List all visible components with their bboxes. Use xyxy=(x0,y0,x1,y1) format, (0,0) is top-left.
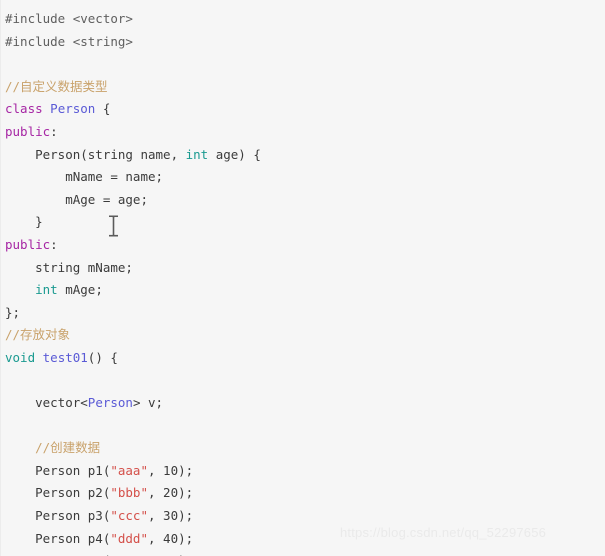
code-line: class Person { xyxy=(5,98,605,121)
code-token-string: "ccc" xyxy=(110,508,148,524)
code-token-class: test01 xyxy=(42,349,88,365)
code-token-plain: mAge; xyxy=(57,282,103,298)
code-line: int mAge; xyxy=(5,279,605,302)
watermark-url: https://blog.csdn.net/qq_52297656 xyxy=(340,525,547,540)
code-token-plain: Person p4( xyxy=(5,530,111,546)
code-token-plain: mName = name; xyxy=(5,169,164,185)
code-token-keyword: public xyxy=(5,123,51,139)
code-token-plain: , 10); xyxy=(148,462,194,478)
code-token-plain: , 20); xyxy=(148,485,194,501)
code-line: vector<Person> v; xyxy=(5,392,605,415)
code-token-type: int xyxy=(185,146,209,162)
code-line: string mName; xyxy=(5,257,605,280)
code-token-keyword: class xyxy=(5,101,43,117)
code-token-plain: mAge = age; xyxy=(5,191,148,207)
code-line: //存放对象 xyxy=(5,324,605,347)
code-line: mName = name; xyxy=(5,166,605,189)
code-token-class: Person xyxy=(87,395,133,411)
code-token-plain: Person p3( xyxy=(5,508,111,524)
code-line: //创建数据 xyxy=(5,437,605,460)
code-line: void test01() { xyxy=(5,347,605,370)
code-token-class: Person xyxy=(50,101,96,117)
code-token-pre: #include <vector> xyxy=(5,11,133,26)
code-token-type: void xyxy=(5,349,36,365)
code-token-plain: } xyxy=(5,214,43,230)
code-line: public: xyxy=(5,234,605,257)
code-line: Person(string name, int age) { xyxy=(5,144,605,167)
code-token-punct: : xyxy=(50,123,58,139)
code-token-string: "bbb" xyxy=(110,485,148,501)
code-line: Person p5("eee", 50); xyxy=(5,550,605,556)
code-token-plain: , 40); xyxy=(148,530,194,546)
code-token-plain: }; xyxy=(5,304,21,320)
code-line: //自定义数据类型 xyxy=(5,76,605,99)
code-line: Person p2("bbb", 20); xyxy=(5,482,605,505)
code-token-plain: Person p1( xyxy=(5,462,111,478)
code-token-plain: string mName; xyxy=(5,259,133,275)
code-token-string: "ddd" xyxy=(110,530,148,546)
code-token-punct: : xyxy=(50,236,58,252)
code-line: #include <string> xyxy=(5,31,605,54)
code-token-plain: () { xyxy=(87,349,118,365)
code-token-plain: age) { xyxy=(208,146,261,162)
code-token-string: "aaa" xyxy=(110,462,148,478)
code-line: #include <vector> xyxy=(5,8,605,31)
code-line: Person p1("aaa", 10); xyxy=(5,460,605,483)
code-block[interactable]: #include <vector> #include <string> //自定义… xyxy=(5,8,605,556)
code-token-plain: Person(string name, xyxy=(5,146,186,162)
code-token-plain: , 30); xyxy=(148,508,194,524)
code-token-type: int xyxy=(35,282,58,298)
code-token-plain: > v; xyxy=(132,395,164,411)
code-line: } xyxy=(5,211,605,234)
code-token-plain: Person p2( xyxy=(5,485,111,501)
code-token-comment: //自定义数据类型 xyxy=(5,78,108,94)
code-screenshot: #include <vector> #include <string> //自定义… xyxy=(0,0,605,556)
code-line: }; xyxy=(5,302,605,325)
code-token-comment: //存放对象 xyxy=(5,327,71,343)
code-token-plain: vector< xyxy=(5,395,88,411)
code-token-keyword: public xyxy=(5,236,51,252)
code-token-punct: { xyxy=(95,101,111,117)
code-line: mAge = age; xyxy=(5,189,605,212)
code-line: public: xyxy=(5,121,605,144)
code-token-pre: #include <string> xyxy=(5,33,133,49)
code-token-comment: //创建数据 xyxy=(35,440,101,456)
